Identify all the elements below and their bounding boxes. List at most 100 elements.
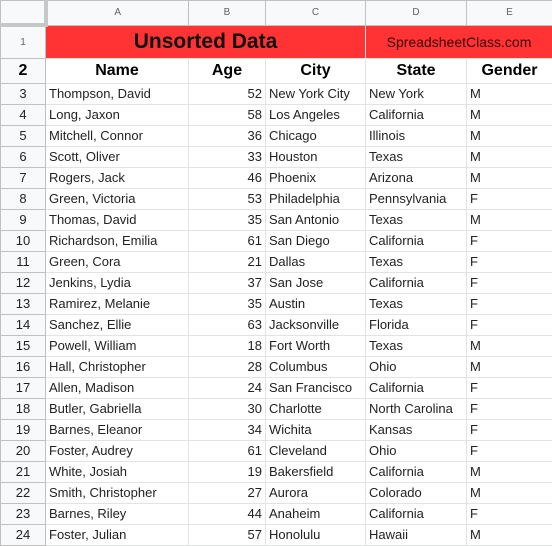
column-header-d[interactable]: D bbox=[366, 1, 467, 26]
cell-state[interactable]: New York bbox=[366, 83, 467, 104]
cell-state[interactable]: California bbox=[366, 461, 467, 482]
row-header[interactable]: 7 bbox=[1, 167, 46, 188]
row-header[interactable]: 24 bbox=[1, 524, 46, 545]
cell-city[interactable]: Philadelphia bbox=[266, 188, 366, 209]
row-header[interactable]: 2 bbox=[1, 58, 46, 83]
cell-name[interactable]: Rogers, Jack bbox=[46, 167, 189, 188]
title-cell[interactable]: Unsorted Data bbox=[46, 25, 366, 58]
cell-city[interactable]: Dallas bbox=[266, 251, 366, 272]
row-header[interactable]: 12 bbox=[1, 272, 46, 293]
brand-cell[interactable]: SpreadsheetClass.com bbox=[366, 25, 552, 58]
cell-name[interactable]: Jenkins, Lydia bbox=[46, 272, 189, 293]
row-header[interactable]: 4 bbox=[1, 104, 46, 125]
header-cell-age[interactable]: Age bbox=[189, 58, 266, 83]
cell-city[interactable]: Jacksonville bbox=[266, 314, 366, 335]
row-header[interactable]: 5 bbox=[1, 125, 46, 146]
cell-state[interactable]: Arizona bbox=[366, 167, 467, 188]
cell-gender[interactable]: M bbox=[467, 167, 552, 188]
cell-gender[interactable]: M bbox=[467, 146, 552, 167]
row-header[interactable]: 19 bbox=[1, 419, 46, 440]
row-header[interactable]: 16 bbox=[1, 356, 46, 377]
cell-state[interactable]: Ohio bbox=[366, 356, 467, 377]
cell-city[interactable]: Honolulu bbox=[266, 524, 366, 545]
row-header[interactable]: 20 bbox=[1, 440, 46, 461]
cell-city[interactable]: Los Angeles bbox=[266, 104, 366, 125]
cell-age[interactable]: 35 bbox=[189, 209, 266, 230]
cell-gender[interactable]: F bbox=[467, 440, 552, 461]
cell-gender[interactable]: F bbox=[467, 272, 552, 293]
cell-city[interactable]: Phoenix bbox=[266, 167, 366, 188]
cell-gender[interactable]: F bbox=[467, 293, 552, 314]
cell-name[interactable]: Green, Cora bbox=[46, 251, 189, 272]
cell-age[interactable]: 52 bbox=[189, 83, 266, 104]
cell-state[interactable]: Pennsylvania bbox=[366, 188, 467, 209]
cell-state[interactable]: Texas bbox=[366, 335, 467, 356]
cell-state[interactable]: Texas bbox=[366, 146, 467, 167]
cell-age[interactable]: 58 bbox=[189, 104, 266, 125]
cell-name[interactable]: Foster, Audrey bbox=[46, 440, 189, 461]
cell-name[interactable]: Thomas, David bbox=[46, 209, 189, 230]
row-header[interactable]: 23 bbox=[1, 503, 46, 524]
row-header[interactable]: 14 bbox=[1, 314, 46, 335]
header-cell-gender[interactable]: Gender bbox=[467, 58, 552, 83]
cell-age[interactable]: 61 bbox=[189, 230, 266, 251]
cell-city[interactable]: Bakersfield bbox=[266, 461, 366, 482]
cell-city[interactable]: Chicago bbox=[266, 125, 366, 146]
cell-age[interactable]: 35 bbox=[189, 293, 266, 314]
cell-gender[interactable]: F bbox=[467, 188, 552, 209]
row-header[interactable]: 18 bbox=[1, 398, 46, 419]
cell-age[interactable]: 61 bbox=[189, 440, 266, 461]
cell-name[interactable]: Thompson, David bbox=[46, 83, 189, 104]
cell-state[interactable]: California bbox=[366, 377, 467, 398]
row-header[interactable]: 10 bbox=[1, 230, 46, 251]
row-header[interactable]: 17 bbox=[1, 377, 46, 398]
cell-name[interactable]: Smith, Christopher bbox=[46, 482, 189, 503]
cell-name[interactable]: White, Josiah bbox=[46, 461, 189, 482]
cell-age[interactable]: 33 bbox=[189, 146, 266, 167]
row-header[interactable]: 13 bbox=[1, 293, 46, 314]
cell-name[interactable]: Green, Victoria bbox=[46, 188, 189, 209]
cell-city[interactable]: Columbus bbox=[266, 356, 366, 377]
cell-state[interactable]: Kansas bbox=[366, 419, 467, 440]
cell-state[interactable]: Texas bbox=[366, 251, 467, 272]
cell-age[interactable]: 18 bbox=[189, 335, 266, 356]
cell-gender[interactable]: M bbox=[467, 104, 552, 125]
cell-state[interactable]: Hawaii bbox=[366, 524, 467, 545]
row-header[interactable]: 9 bbox=[1, 209, 46, 230]
cell-age[interactable]: 36 bbox=[189, 125, 266, 146]
cell-age[interactable]: 34 bbox=[189, 419, 266, 440]
cell-name[interactable]: Powell, William bbox=[46, 335, 189, 356]
cell-age[interactable]: 53 bbox=[189, 188, 266, 209]
cell-state[interactable]: Ohio bbox=[366, 440, 467, 461]
cell-gender[interactable]: F bbox=[467, 251, 552, 272]
cell-city[interactable]: San Francisco bbox=[266, 377, 366, 398]
cell-age[interactable]: 37 bbox=[189, 272, 266, 293]
column-header-e[interactable]: E bbox=[467, 1, 552, 26]
cell-name[interactable]: Sanchez, Ellie bbox=[46, 314, 189, 335]
column-header-a[interactable]: A bbox=[46, 1, 189, 26]
column-header-b[interactable]: B bbox=[189, 1, 266, 26]
cell-name[interactable]: Mitchell, Connor bbox=[46, 125, 189, 146]
cell-age[interactable]: 46 bbox=[189, 167, 266, 188]
cell-age[interactable]: 24 bbox=[189, 377, 266, 398]
cell-age[interactable]: 44 bbox=[189, 503, 266, 524]
cell-name[interactable]: Richardson, Emilia bbox=[46, 230, 189, 251]
cell-age[interactable]: 63 bbox=[189, 314, 266, 335]
cell-age[interactable]: 28 bbox=[189, 356, 266, 377]
cell-name[interactable]: Barnes, Riley bbox=[46, 503, 189, 524]
cell-city[interactable]: Fort Worth bbox=[266, 335, 366, 356]
cell-age[interactable]: 27 bbox=[189, 482, 266, 503]
cell-city[interactable]: San Antonio bbox=[266, 209, 366, 230]
cell-gender[interactable]: F bbox=[467, 377, 552, 398]
cell-state[interactable]: California bbox=[366, 503, 467, 524]
cell-city[interactable]: Charlotte bbox=[266, 398, 366, 419]
header-cell-state[interactable]: State bbox=[366, 58, 467, 83]
cell-state[interactable]: North Carolina bbox=[366, 398, 467, 419]
cell-gender[interactable]: M bbox=[467, 209, 552, 230]
cell-city[interactable]: Wichita bbox=[266, 419, 366, 440]
cell-state[interactable]: Texas bbox=[366, 293, 467, 314]
cell-name[interactable]: Hall, Christopher bbox=[46, 356, 189, 377]
cell-state[interactable]: California bbox=[366, 272, 467, 293]
cell-name[interactable]: Ramirez, Melanie bbox=[46, 293, 189, 314]
cell-age[interactable]: 30 bbox=[189, 398, 266, 419]
